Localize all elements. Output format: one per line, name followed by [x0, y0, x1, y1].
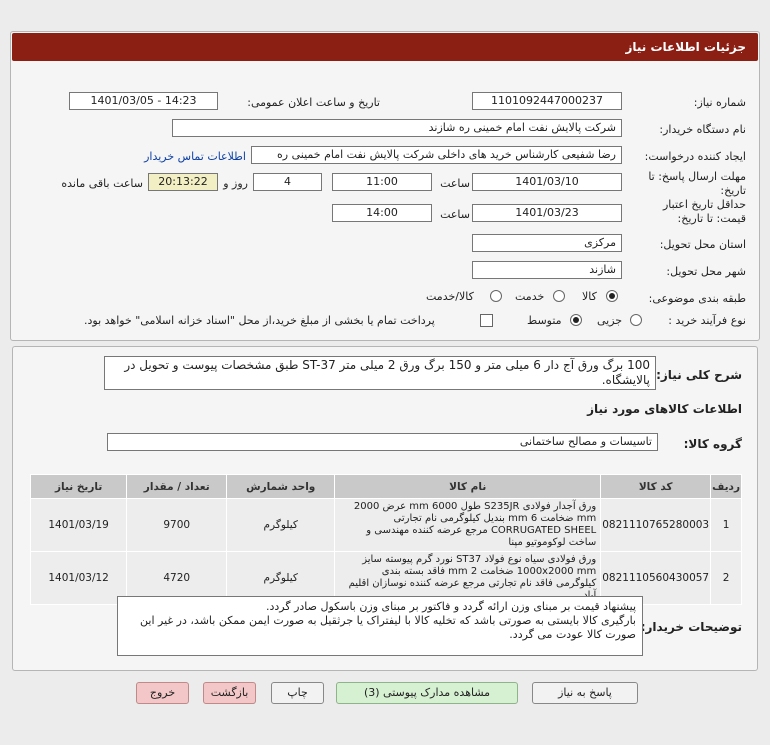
- buyer-name-field: شرکت پالایش نفت امام خمینی ره شازند: [172, 119, 622, 137]
- goods-table-header: ردیف کد کالا نام کالا واحد شمارش تعداد /…: [29, 474, 742, 499]
- process-minor-radio[interactable]: [630, 314, 642, 326]
- col-code: کد کالا: [600, 474, 712, 499]
- buyer-notes-line: پیشنهاد قیمت بر مبنای وزن ارائه گردد و ف…: [265, 600, 636, 613]
- validity-time-label: ساعت: [440, 208, 470, 221]
- summary-label: شرح کلی نیاز:: [656, 368, 742, 382]
- reply-button[interactable]: پاسخ به نیاز: [532, 682, 638, 704]
- category-both-radio[interactable]: [490, 290, 502, 302]
- attachments-button[interactable]: مشاهده مدارک پیوستی (3): [336, 682, 518, 704]
- row-date: 1401/03/19: [29, 498, 128, 552]
- exit-button[interactable]: خروج: [136, 682, 189, 704]
- category-service-radio[interactable]: [553, 290, 565, 302]
- delivery-province-field: مرکزی: [472, 234, 622, 252]
- process-medium-label: متوسط: [527, 314, 562, 327]
- delivery-city-label: شهر محل تحویل:: [666, 265, 746, 278]
- row-name: ورق آجدار فولادی S235JR طول 6000 mm عرض …: [334, 498, 602, 552]
- deadline-time-label: ساعت: [440, 177, 470, 190]
- validity-label: حداقل تاریخ اعتبار قیمت: تا تاریخ:: [662, 198, 746, 225]
- col-unit: واحد شمارش: [226, 474, 336, 499]
- back-button[interactable]: بازگشت: [203, 682, 256, 704]
- validity-time-field: 14:00: [332, 204, 432, 222]
- summary-text: 100 برگ ورق آج دار 6 میلی متر و 150 برگ …: [104, 356, 656, 390]
- goods-group-field: تاسیسات و مصالح ساختمانی: [107, 433, 658, 451]
- creator-label: ایجاد کننده درخواست:: [644, 150, 746, 163]
- category-goods-radio[interactable]: [606, 290, 618, 302]
- page-title-bar: جزئیات اطلاعات نیاز: [12, 33, 758, 61]
- treasury-payment-note: پرداخت تمام یا بخشی از مبلغ خرید،از محل …: [84, 314, 435, 327]
- need-number-label: شماره نیاز:: [693, 96, 746, 109]
- treasury-payment-checkbox[interactable]: [480, 314, 493, 327]
- col-qty: تعداد / مقدار: [126, 474, 228, 499]
- buyer-name-label: نام دستگاه خریدار:: [659, 123, 746, 136]
- category-both-label: کالا/خدمت: [426, 290, 474, 303]
- deadline-time-field: 11:00: [332, 173, 432, 191]
- col-date: تاریخ نیاز: [29, 474, 128, 499]
- row-qty: 9700: [126, 498, 228, 552]
- goods-table: ردیف کد کالا نام کالا واحد شمارش تعداد /…: [29, 474, 742, 605]
- goods-group-label: گروه کالا:: [683, 437, 742, 451]
- goods-section-title: اطلاعات کالاهای مورد نیاز: [587, 402, 742, 416]
- print-button[interactable]: چاپ: [271, 682, 324, 704]
- process-medium-radio[interactable]: [570, 314, 582, 326]
- category-goods-label: کالا: [582, 290, 597, 303]
- row-index: 2: [710, 551, 742, 605]
- row-index: 1: [710, 498, 742, 552]
- row-unit: کیلوگرم: [226, 498, 336, 552]
- need-number-field: 1101092447000237: [472, 92, 622, 110]
- buyer-notes-box: پیشنهاد قیمت بر مبنای وزن ارائه گردد و ف…: [117, 596, 643, 656]
- row-code: 0821110765280003: [600, 498, 712, 552]
- buyer-contact-link[interactable]: اطلاعات تماس خریدار: [144, 150, 246, 163]
- process-label: نوع فرآیند خرید :: [668, 314, 746, 327]
- col-name: نام کالا: [334, 474, 602, 499]
- deadline-date-field: 1401/03/10: [472, 173, 622, 191]
- buyer-notes-line: بارگیری کالا بایستی به صورتی باشد که تخل…: [140, 614, 636, 641]
- buyer-notes-label: توضیحات خریدار:: [640, 620, 742, 634]
- row-date: 1401/03/12: [29, 551, 128, 605]
- remaining-time-field: 20:13:22: [148, 173, 218, 191]
- table-row: 1 0821110765280003 ورق آجدار فولادی S235…: [29, 498, 742, 552]
- days-label: روز و: [223, 177, 248, 190]
- delivery-province-label: استان محل تحویل:: [659, 238, 746, 251]
- deadline-label: مهلت ارسال پاسخ: تا تاریخ:: [648, 170, 746, 197]
- category-service-label: خدمت: [515, 290, 545, 303]
- validity-date-field: 1401/03/23: [472, 204, 622, 222]
- delivery-city-field: شازند: [472, 261, 622, 279]
- remaining-time-label: ساعت باقی مانده: [61, 177, 143, 190]
- page-title: جزئیات اطلاعات نیاز: [625, 40, 746, 54]
- days-field: 4: [253, 173, 322, 191]
- creator-field: رضا شفیعی کارشناس خرید های داخلی شرکت پا…: [251, 146, 622, 164]
- col-index: ردیف: [710, 474, 742, 499]
- process-minor-label: جزیی: [597, 314, 623, 327]
- announce-date-field: 1401/03/05 - 14:23: [69, 92, 218, 110]
- announce-date-label: تاریخ و ساعت اعلان عمومی:: [247, 96, 380, 109]
- category-label: طبقه بندی موضوعی:: [648, 292, 746, 305]
